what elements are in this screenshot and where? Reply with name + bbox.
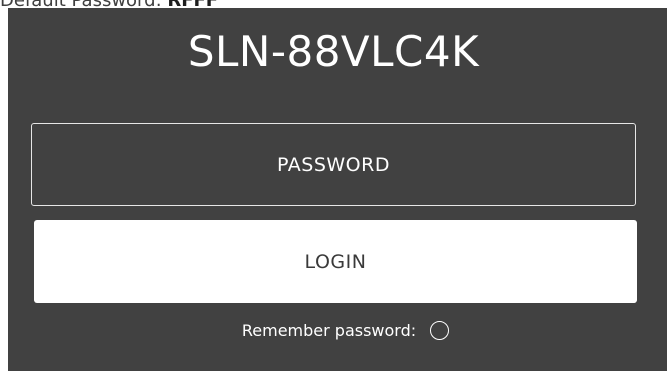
default-password-hint: Default Password: RFFF: [0, 0, 218, 8]
default-password-prefix: Default Password:: [0, 0, 167, 8]
password-input[interactable]: [31, 123, 636, 206]
default-password-value: RFFF: [167, 0, 218, 8]
device-title: SLN-88VLC4K: [187, 27, 480, 76]
remember-password-row: Remember password:: [0, 317, 667, 343]
login-button[interactable]: LOGIN: [34, 220, 637, 303]
remember-password-label: Remember password:: [241, 320, 417, 340]
radio-circle-icon[interactable]: [430, 320, 450, 340]
